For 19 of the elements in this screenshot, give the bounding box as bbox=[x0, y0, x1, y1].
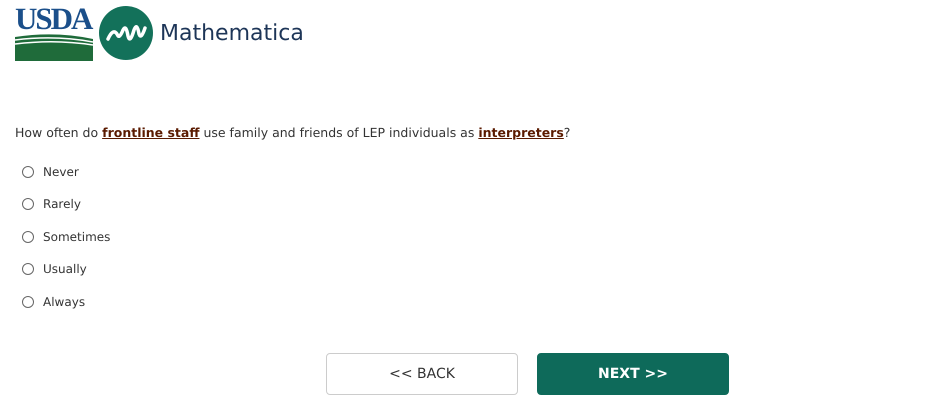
mathematica-logo-text: Mathematica bbox=[160, 20, 304, 46]
option-label[interactable]: Sometimes bbox=[43, 230, 110, 244]
option-label[interactable]: Never bbox=[43, 164, 79, 179]
option-label[interactable]: Usually bbox=[43, 262, 87, 276]
usda-logo-text: USDA bbox=[15, 5, 93, 33]
next-button[interactable]: NEXT >> bbox=[537, 352, 729, 394]
fields-icon bbox=[15, 33, 93, 61]
glossary-link[interactable]: interpreters bbox=[478, 125, 564, 140]
option-label[interactable]: Rarely bbox=[43, 197, 81, 212]
radio-button[interactable] bbox=[22, 296, 34, 308]
radio-button[interactable] bbox=[22, 198, 34, 210]
back-button[interactable]: << BACK bbox=[326, 352, 518, 394]
question-text: How often do frontline staff use family and friends of LEP individuals as interpreters? bbox=[15, 125, 572, 140]
radio-button[interactable] bbox=[22, 166, 34, 178]
glossary-link[interactable]: frontline staff bbox=[102, 125, 200, 140]
m-logo-icon bbox=[99, 6, 153, 60]
radio-button[interactable] bbox=[22, 230, 34, 243]
option-label[interactable]: Always bbox=[43, 294, 86, 309]
radio-button[interactable] bbox=[22, 263, 34, 276]
